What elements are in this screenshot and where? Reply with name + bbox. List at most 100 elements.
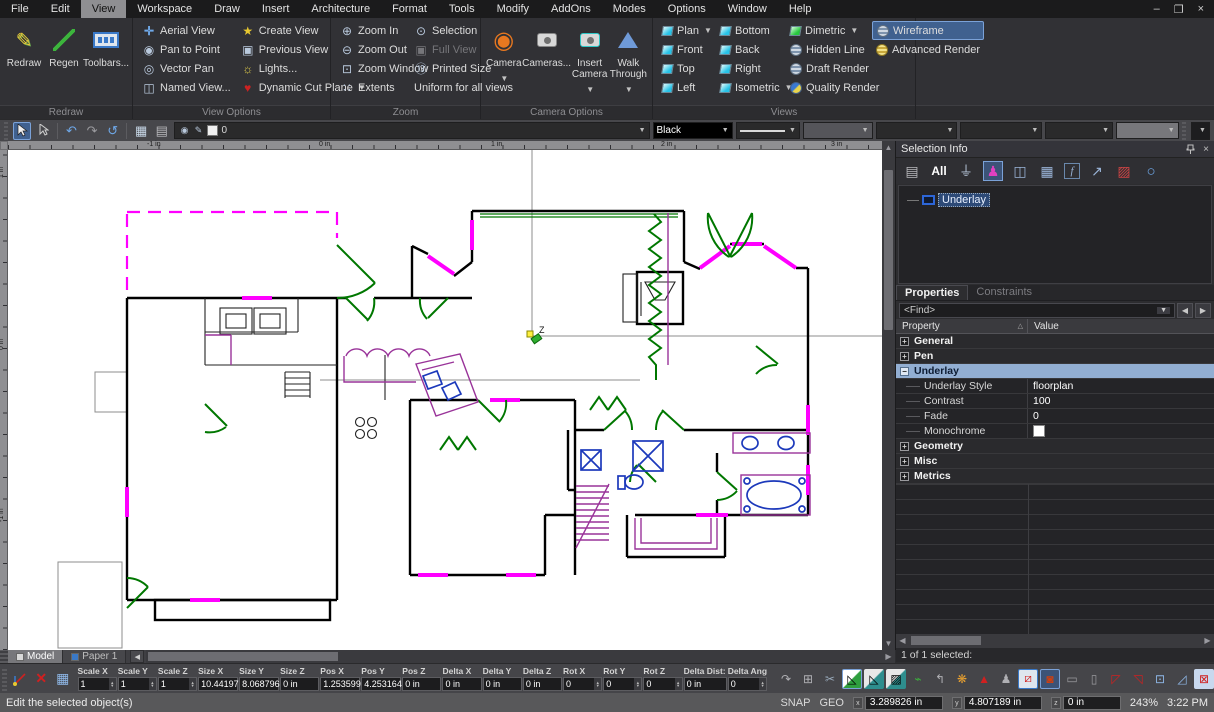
redo-button[interactable]: ↷ [83, 122, 101, 140]
print-button[interactable]: ▤ [153, 122, 171, 140]
selection-filter-icon[interactable]: ▨ [1114, 161, 1134, 181]
redraw-button[interactable]: ✎ Redraw [5, 21, 43, 99]
midpoint-snap-icon[interactable]: ▯ [1084, 669, 1104, 689]
property-row-monochrome[interactable]: Monochrome [896, 424, 1214, 439]
select-window-mode-icon[interactable]: ▨ [886, 669, 906, 689]
top-view-button[interactable]: Top [658, 59, 714, 78]
pos-z-input[interactable]: 0 in [402, 677, 441, 691]
spinner[interactable]: ▲▼ [594, 678, 601, 690]
tab-model[interactable]: Model [8, 650, 63, 663]
select-crossing-mode-icon[interactable]: ⌁ [908, 669, 928, 689]
dimetric-view-button[interactable]: Dimetric▼ [786, 21, 870, 40]
toolbar-grip[interactable] [1182, 122, 1186, 140]
menu-workspace[interactable]: Workspace [126, 0, 203, 18]
spinner[interactable]: ▲▼ [634, 678, 641, 690]
weight-combo[interactable]: ▼ [1045, 122, 1113, 139]
value-column-header[interactable]: Value [1028, 319, 1214, 333]
monochrome-checkbox[interactable] [1033, 425, 1045, 437]
hatch-combo[interactable]: ▼ [1116, 122, 1179, 139]
y-coordinate-field[interactable]: 4.807189 in [964, 696, 1042, 710]
pan-to-point-button[interactable]: ◉Pan to Point [138, 40, 235, 59]
menu-window[interactable]: Window [717, 0, 778, 18]
expand-icon[interactable]: + [900, 457, 909, 466]
scrollbar-thumb[interactable] [911, 636, 981, 645]
extents-button[interactable]: ∷Extents [336, 78, 408, 97]
z-coordinate-field[interactable]: 0 in [1063, 696, 1121, 710]
find-combo[interactable]: <Find> ▼ [899, 303, 1175, 318]
nearest-snap-icon[interactable]: ◸ [1106, 669, 1126, 689]
pen-style-combo[interactable]: ◉ ✎ 0 ▼ [174, 122, 650, 139]
expand-icon[interactable]: + [900, 472, 909, 481]
property-category-metrics[interactable]: +Metrics [896, 469, 1214, 484]
menu-draw[interactable]: Draw [203, 0, 251, 18]
canvas-horizontal-scrollbar[interactable]: ▶ [146, 650, 895, 663]
draft-render-button[interactable]: Draft Render [786, 59, 870, 78]
vertical-scrollbar[interactable]: ▲ ▼ [882, 141, 895, 650]
menu-insert[interactable]: Insert [251, 0, 301, 18]
zoom-percent[interactable]: 243% [1130, 697, 1158, 709]
select-tool-button[interactable] [13, 122, 31, 140]
pos-y-input[interactable]: 4.253164 [361, 677, 401, 691]
intersection-snap-icon[interactable]: ◹ [1128, 669, 1148, 689]
zoom-in-button[interactable]: ⊕Zoom In [336, 21, 408, 40]
scroll-right-icon[interactable]: ▶ [882, 650, 895, 663]
scrollbar-thumb[interactable] [148, 652, 338, 661]
menu-edit[interactable]: Edit [40, 0, 81, 18]
scrollbar-thumb[interactable] [884, 170, 893, 330]
selection-tree[interactable]: Underlay [898, 185, 1212, 284]
formula-icon[interactable]: f [1064, 163, 1080, 179]
quality-render-button[interactable]: Quality Render [786, 78, 870, 97]
no-snap-icon[interactable]: ⧄ [1018, 669, 1038, 689]
property-category-underlay[interactable]: −Underlay [896, 364, 1214, 379]
bottom-view-button[interactable]: Bottom [716, 21, 784, 40]
spinner[interactable]: ▲▼ [189, 678, 196, 690]
floorplan-drawing[interactable]: Z [8, 150, 882, 650]
model-canvas[interactable]: Z [8, 150, 882, 650]
vector-pan-button[interactable]: ◎Vector Pan [138, 59, 235, 78]
zoom-out-button[interactable]: ⊖Zoom Out [336, 40, 408, 59]
delta-dist-input[interactable]: 0 in [684, 677, 727, 691]
toolbar-grip[interactable] [2, 667, 7, 691]
spinner[interactable]: ▲▼ [109, 678, 116, 690]
delta-ang-input[interactable]: 0▲▼ [728, 677, 767, 691]
user-snap-icon[interactable]: ♟ [996, 669, 1016, 689]
warning-snap-icon[interactable]: ▲ [974, 669, 994, 689]
size-x-input[interactable]: 10.44197 [198, 677, 238, 691]
lamp-filter-icon[interactable]: ⏚ [956, 161, 976, 181]
walk-through-button[interactable]: Walk Through▼ [610, 21, 647, 99]
table-view-icon[interactable]: ▦ [1037, 161, 1057, 181]
aerial-view-button[interactable]: ✛Aerial View [138, 21, 235, 40]
expand-icon[interactable]: + [900, 337, 909, 346]
tab-paper-1[interactable]: Paper 1 [63, 650, 126, 663]
restore-icon[interactable]: ❐ [1174, 3, 1184, 16]
menu-tools[interactable]: Tools [438, 0, 486, 18]
scroll-left-icon[interactable]: ◀ [896, 636, 909, 645]
color-combo[interactable]: Black ▼ [653, 122, 733, 139]
scale-x-input[interactable]: 1▲▼ [78, 677, 117, 691]
plan-view-button[interactable]: Plan▼ [658, 21, 714, 40]
insert-camera-button[interactable]: Insert Camera▼ [572, 21, 608, 99]
vertex-snap-icon[interactable]: ▭ [1062, 669, 1082, 689]
pin-icon[interactable] [1186, 144, 1195, 155]
camera-button[interactable]: ◉ Camera▼ [486, 21, 522, 99]
delta-x-input[interactable]: 0 in [442, 677, 481, 691]
expand-icon[interactable]: + [900, 352, 909, 361]
property-category-geometry[interactable]: +Geometry [896, 439, 1214, 454]
workplane-combo[interactable]: ▼ [1191, 122, 1210, 140]
ruler-corner[interactable] [0, 141, 8, 150]
menu-architecture[interactable]: Architecture [300, 0, 381, 18]
properties-horizontal-scrollbar[interactable]: ◀ ▶ [896, 634, 1214, 647]
collapse-icon[interactable]: − [900, 367, 909, 376]
vertical-ruler[interactable]: 1 in 0 in -1 in [0, 150, 8, 650]
rot-y-input[interactable]: 0▲▼ [603, 677, 642, 691]
coordinate-system-button[interactable] [9, 668, 31, 690]
left-view-button[interactable]: Left [658, 78, 714, 97]
tree-item-underlay[interactable]: Underlay [907, 193, 990, 207]
property-category-general[interactable]: +General [896, 334, 1214, 349]
menu-options[interactable]: Options [657, 0, 717, 18]
layer-combo[interactable]: ▼ [876, 122, 958, 139]
find-next-button[interactable]: ▶ [1195, 303, 1211, 318]
center-snap-icon[interactable]: ◙ [1040, 669, 1060, 689]
properties-dialog-icon[interactable]: ▤ [902, 161, 922, 181]
right-view-button[interactable]: Right [716, 59, 784, 78]
